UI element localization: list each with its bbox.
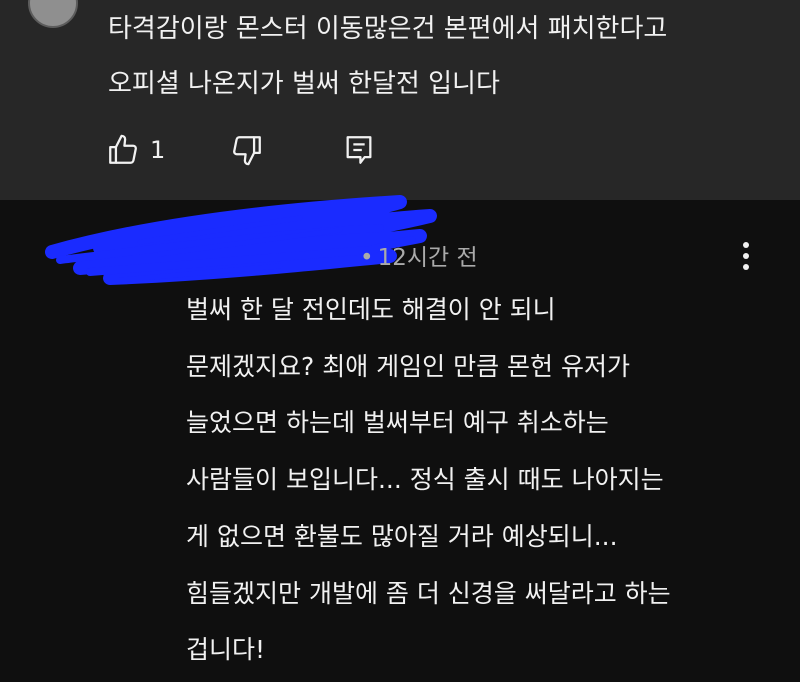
like-button[interactable]: 1: [106, 130, 165, 170]
thumb-down-icon: [233, 136, 261, 166]
reply-meta: • 12시간 전: [360, 238, 478, 272]
comment-reply-icon: [346, 136, 372, 164]
dislike-button[interactable]: [230, 130, 264, 170]
meta-separator: •: [360, 245, 374, 271]
more-vert-icon[interactable]: [734, 238, 758, 274]
comment-line: 타격감이랑 몬스터 이동많은건 본편에서 패치한다고: [108, 14, 668, 44]
comment-line: 사람들이 보입니다... 정식 출시 때도 나아지는: [186, 465, 664, 495]
avatar[interactable]: [28, 0, 78, 28]
comment-line: 게 없으면 환불도 많아질 거라 예상되니...: [186, 521, 618, 551]
reply-button[interactable]: [342, 130, 376, 170]
comment-line: 문제겠지요? 최애 게임인 만큼 몬헌 유저가: [186, 351, 631, 381]
comment-line: 오피셜 나온지가 벌써 한달전 입니다: [108, 69, 500, 99]
comment-line: 겁니다!: [186, 635, 266, 665]
comment-line: 늘었으면 하는데 벌써부터 예구 취소하는: [186, 408, 609, 438]
comment-line: 힘들겠지만 개발에 좀 더 신경을 써달라고 하는: [186, 578, 671, 608]
parent-comment: 타격감이랑 몬스터 이동많은건 본편에서 패치한다고 오피셜 나온지가 벌써 한…: [0, 0, 800, 200]
reply-timestamp[interactable]: 12시간 전: [378, 245, 478, 271]
reply-comment-text: 벌써 한 달 전인데도 해결이 안 되니 문제겠지요? 최애 게임인 만큼 몬헌…: [186, 282, 776, 679]
parent-comment-text: 타격감이랑 몬스터 이동많은건 본편에서 패치한다고 오피셜 나온지가 벌써 한…: [108, 2, 778, 112]
like-count: 1: [150, 136, 166, 164]
thumb-up-icon: [109, 134, 137, 164]
comment-line: 벌써 한 달 전인데도 해결이 안 되니: [186, 295, 556, 324]
